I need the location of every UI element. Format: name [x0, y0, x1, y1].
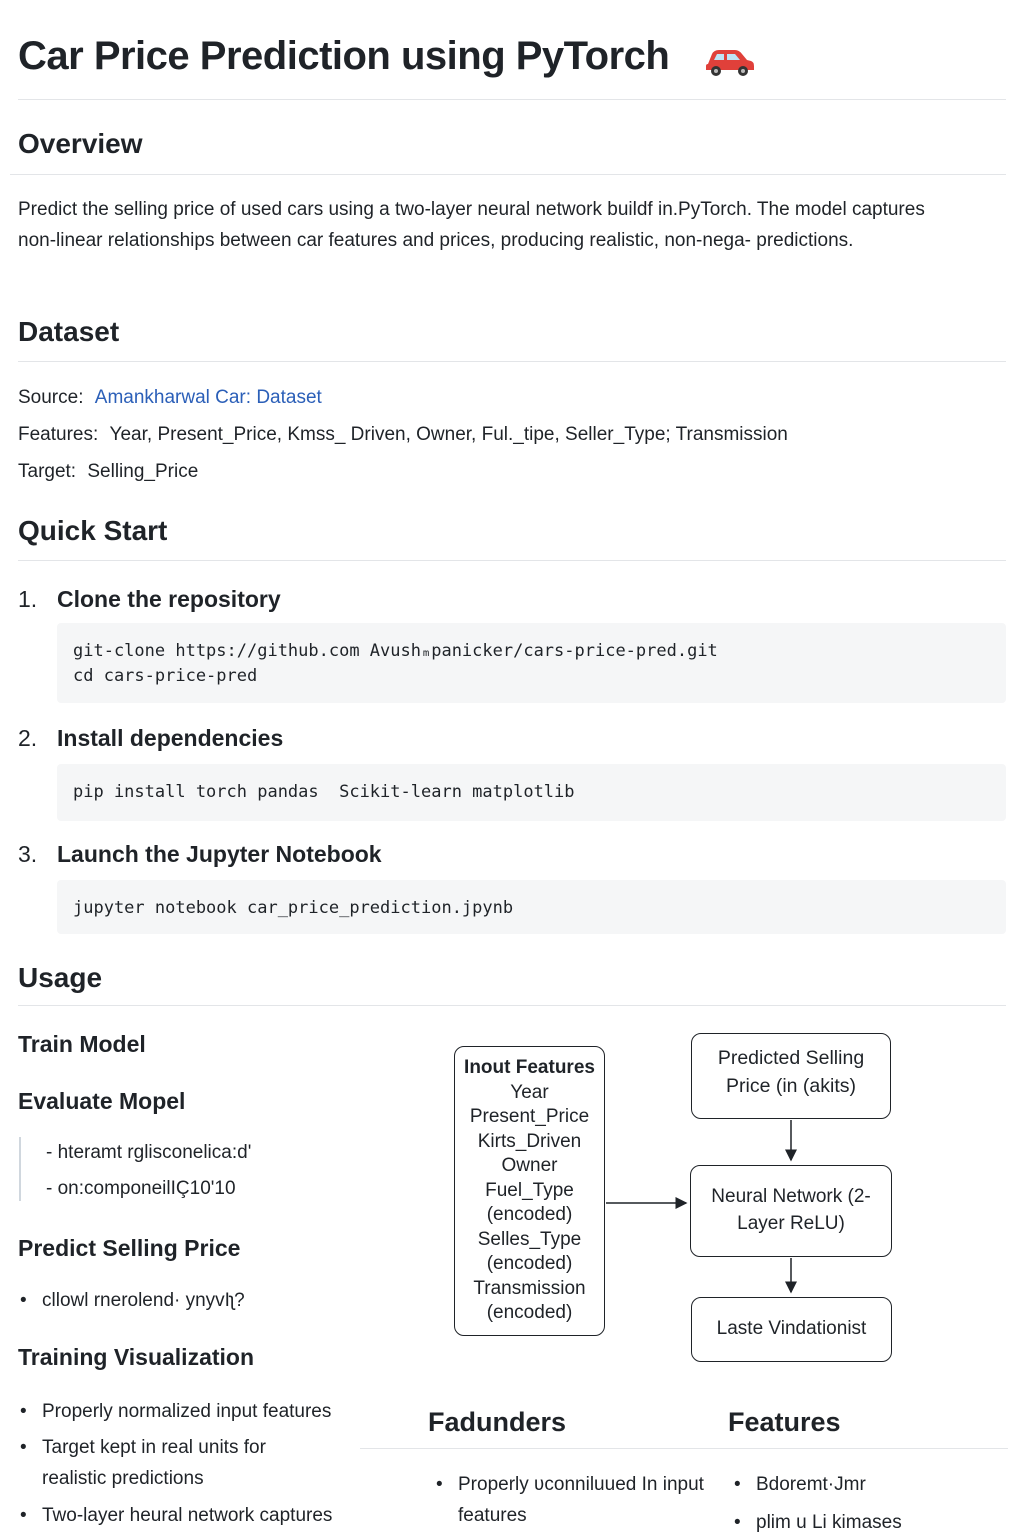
col2-item: Bdoremt·Jmr — [734, 1469, 1006, 1500]
col1-heading: Fadunders — [428, 1407, 567, 1437]
col2-item: plim u Li kimases — [734, 1507, 1006, 1538]
diagram-arrows — [606, 1120, 797, 1294]
col1-item: Properly ʋconniluued In input features — [436, 1469, 708, 1531]
col2-heading: Features — [728, 1407, 841, 1437]
divider — [360, 1448, 1008, 1449]
